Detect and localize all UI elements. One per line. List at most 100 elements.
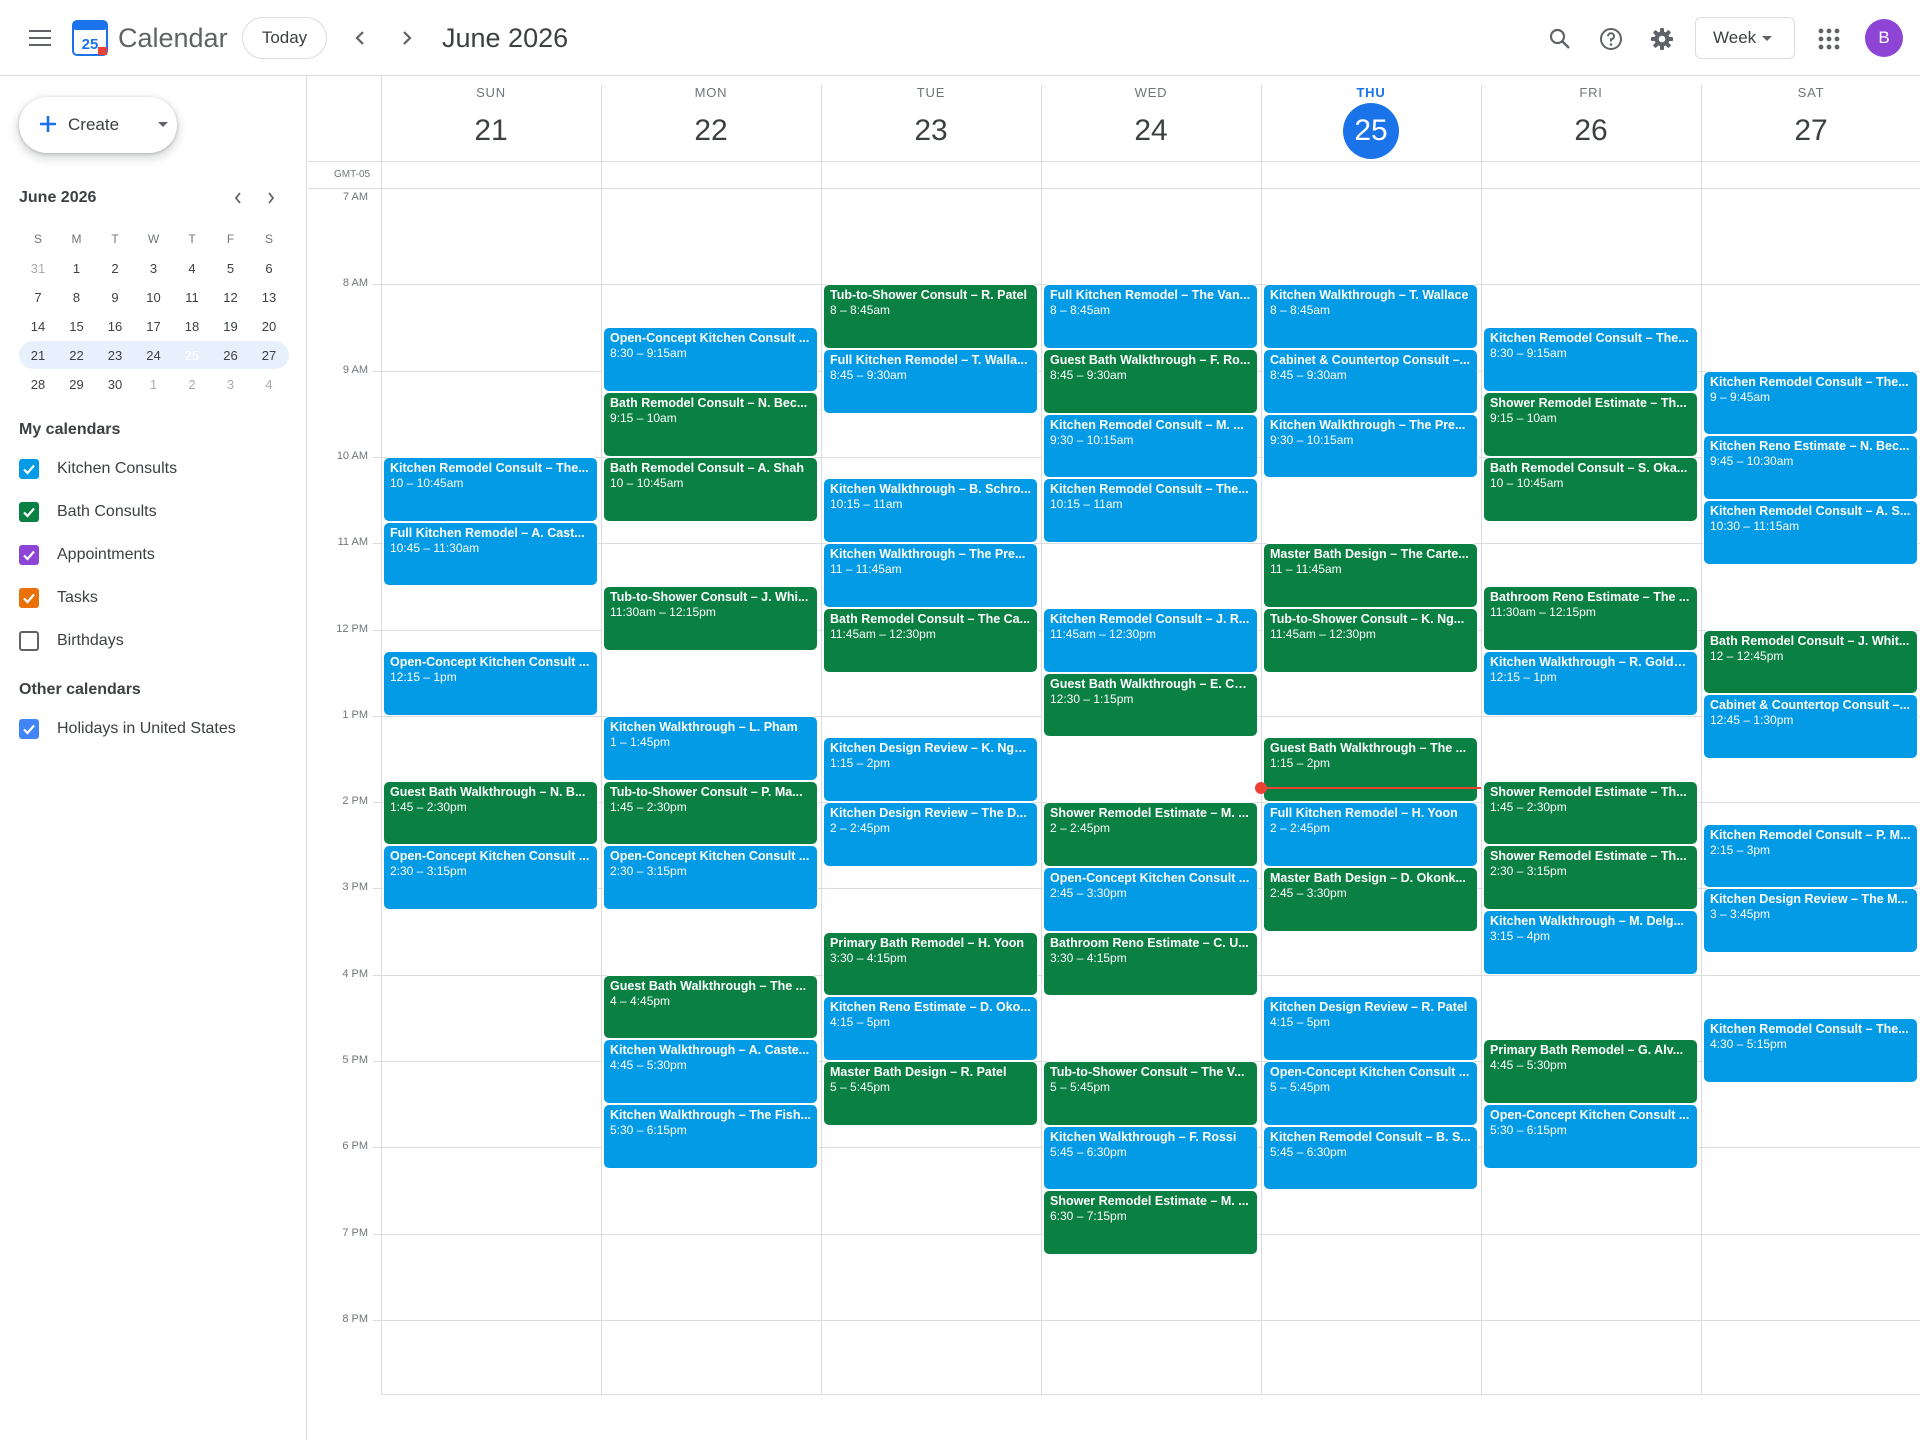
mini-calendar-day[interactable]: 21 xyxy=(19,341,57,369)
account-avatar[interactable]: B xyxy=(1865,19,1903,57)
mini-calendar-day[interactable]: 2 xyxy=(173,370,211,398)
checkbox-unchecked-icon[interactable] xyxy=(19,631,39,651)
event-chip[interactable]: Kitchen Walkthrough – F. Rossi 5:45 – 6:3… xyxy=(1044,1126,1257,1190)
event-chip[interactable]: Kitchen Remodel Consult – A. S... 10:30 –… xyxy=(1704,501,1917,564)
day-header[interactable]: THU 25 xyxy=(1261,77,1481,163)
event-chip[interactable]: Shower Remodel Estimate – M. ... 6:30 – 7… xyxy=(1044,1191,1257,1255)
mini-calendar-day[interactable]: 26 xyxy=(212,341,250,369)
event-chip[interactable]: Bath Remodel Consult – S. Oka... 10 – 10:… xyxy=(1484,457,1697,521)
mini-calendar-day[interactable]: 4 xyxy=(173,254,211,282)
event-chip[interactable]: Guest Bath Walkthrough – F. Ro... 8:45 – … xyxy=(1044,350,1257,413)
mini-calendar-day[interactable]: 23 xyxy=(96,341,134,369)
event-chip[interactable]: Full Kitchen Remodel – H. Yoon 2 – 2:45pm xyxy=(1264,803,1477,866)
mini-calendar-day[interactable]: 1 xyxy=(58,254,96,282)
day-number[interactable]: 24 xyxy=(1123,103,1179,159)
event-chip[interactable]: Tub-to-Shower Consult – P. Ma... 1:45 – 2… xyxy=(604,781,817,845)
mini-calendar-day[interactable]: 5 xyxy=(212,254,250,282)
mini-calendar-day[interactable]: 4 xyxy=(250,370,288,398)
event-chip[interactable]: Open-Concept Kitchen Consult ... 5 – 5:45… xyxy=(1264,1062,1477,1125)
event-chip[interactable]: Kitchen Walkthrough – The Fish... 5:30 – … xyxy=(604,1105,817,1168)
mini-calendar-day[interactable]: 8 xyxy=(58,283,96,311)
mini-calendar-day[interactable]: 10 xyxy=(135,283,173,311)
event-chip[interactable]: Cabinet & Countertop Consult –... 12:45 –… xyxy=(1704,695,1917,758)
event-chip[interactable]: Bath Remodel Consult – J. Whit... 12 – 12… xyxy=(1704,630,1917,694)
event-chip[interactable]: Master Bath Design – R. Patel 5 – 5:45pm xyxy=(824,1062,1037,1125)
day-header[interactable]: TUE 23 xyxy=(821,77,1041,163)
event-chip[interactable]: Open-Concept Kitchen Consult ... 5:30 – 6… xyxy=(1484,1105,1697,1168)
event-chip[interactable]: Open-Concept Kitchen Consult ... 2:30 – 3… xyxy=(604,846,817,909)
mini-calendar-day[interactable]: 16 xyxy=(96,312,134,340)
event-chip[interactable]: Kitchen Design Review – The D... 2 – 2:45… xyxy=(824,803,1037,866)
day-header[interactable]: MON 22 xyxy=(601,77,821,163)
event-chip[interactable]: Guest Bath Walkthrough – The ... 4 – 4:45… xyxy=(604,975,817,1039)
event-chip[interactable]: Shower Remodel Estimate – Th... 1:45 – 2:… xyxy=(1484,781,1697,845)
event-chip[interactable]: Master Bath Design – The Carte... 11 – 11… xyxy=(1264,544,1477,607)
search-button[interactable] xyxy=(1539,18,1581,60)
event-chip[interactable]: Open-Concept Kitchen Consult ... 8:30 – 9… xyxy=(604,328,817,392)
calendar-item[interactable]: Holidays in United States xyxy=(19,717,236,741)
event-chip[interactable]: Guest Bath Walkthrough – E. Ca... 12:30 –… xyxy=(1044,673,1257,737)
today-button[interactable]: Today xyxy=(242,17,327,59)
event-chip[interactable]: Full Kitchen Remodel – A. Cast... 10:45 –… xyxy=(384,522,597,586)
event-chip[interactable]: Shower Remodel Estimate – M. ... 2 – 2:45… xyxy=(1044,803,1257,866)
mini-calendar-day[interactable]: 15 xyxy=(58,312,96,340)
event-chip[interactable]: Kitchen Walkthrough – L. Pham 1 – 1:45pm xyxy=(604,716,817,780)
event-chip[interactable]: Kitchen Walkthrough – B. Schro... 10:15 –… xyxy=(824,479,1037,543)
event-chip[interactable]: Kitchen Walkthrough – R. Goldb... 12:15 –… xyxy=(1484,652,1697,715)
checkbox-checked-icon[interactable] xyxy=(19,588,39,608)
calendar-item[interactable]: Appointments xyxy=(19,543,155,567)
event-chip[interactable]: Kitchen Remodel Consult – B. S... 5:45 – … xyxy=(1264,1126,1477,1190)
event-chip[interactable]: Shower Remodel Estimate – Th... 9:15 – 10… xyxy=(1484,393,1697,456)
event-chip[interactable]: Kitchen Walkthrough – M. Delg... 3:15 – 4… xyxy=(1484,910,1697,974)
mini-calendar-previous-button[interactable] xyxy=(225,185,251,211)
event-chip[interactable]: Master Bath Design – D. Okonk... 2:45 – 3… xyxy=(1264,867,1477,931)
event-chip[interactable]: Open-Concept Kitchen Consult ... 12:15 – … xyxy=(384,652,597,715)
create-button[interactable]: Create xyxy=(19,97,177,153)
event-chip[interactable]: Kitchen Walkthrough – The Pre... 11 – 11:… xyxy=(824,544,1037,607)
event-chip[interactable]: Bath Remodel Consult – The Ca... 11:45am … xyxy=(824,608,1037,672)
day-number[interactable]: 22 xyxy=(683,103,739,159)
event-chip[interactable]: Kitchen Remodel Consult – J. R... 11:45am… xyxy=(1044,608,1257,672)
view-switcher-dropdown[interactable]: Week xyxy=(1695,17,1795,59)
day-header[interactable]: SAT 27 xyxy=(1701,77,1920,163)
mini-calendar-day[interactable]: 7 xyxy=(19,283,57,311)
event-chip[interactable]: Bathroom Reno Estimate – C. U... 3:30 – 4… xyxy=(1044,932,1257,996)
event-chip[interactable]: Tub-to-Shower Consult – J. Whi... 11:30am… xyxy=(604,587,817,651)
event-chip[interactable]: Guest Bath Walkthrough – The ... 1:15 – 2… xyxy=(1264,738,1477,802)
mini-calendar-day[interactable]: 2 xyxy=(96,254,134,282)
calendar-item[interactable]: Bath Consults xyxy=(19,500,157,524)
day-header[interactable]: WED 24 xyxy=(1041,77,1261,163)
calendar-item[interactable]: Tasks xyxy=(19,586,98,610)
event-chip[interactable]: Kitchen Design Review – R. Patel 4:15 – 5… xyxy=(1264,997,1477,1060)
settings-button[interactable] xyxy=(1641,18,1683,60)
event-chip[interactable]: Kitchen Reno Estimate – N. Bec... 9:45 – … xyxy=(1704,436,1917,500)
checkbox-checked-icon[interactable] xyxy=(19,545,39,565)
event-chip[interactable]: Kitchen Remodel Consult – The... 4:30 – 5… xyxy=(1704,1018,1917,1082)
checkbox-checked-icon[interactable] xyxy=(19,502,39,522)
checkbox-checked-icon[interactable] xyxy=(19,719,39,739)
mini-calendar-day[interactable]: 18 xyxy=(173,312,211,340)
calendar-item[interactable]: Birthdays xyxy=(19,629,124,653)
previous-week-button[interactable] xyxy=(340,18,380,58)
event-chip[interactable]: Kitchen Reno Estimate – D. Oko... 4:15 – … xyxy=(824,997,1037,1060)
mini-calendar-day[interactable]: 31 xyxy=(19,254,57,282)
event-chip[interactable]: Kitchen Remodel Consult – The... 10:15 – … xyxy=(1044,479,1257,543)
mini-calendar-day[interactable]: 6 xyxy=(250,254,288,282)
mini-calendar-day[interactable]: 30 xyxy=(96,370,134,398)
event-chip[interactable]: Kitchen Remodel Consult – The... 10 – 10:… xyxy=(384,457,597,521)
event-chip[interactable]: Kitchen Design Review – K. Ngu... 1:15 – … xyxy=(824,738,1037,802)
mini-calendar-day[interactable]: 28 xyxy=(19,370,57,398)
day-number[interactable]: 21 xyxy=(463,103,519,159)
mini-calendar-day[interactable]: 11 xyxy=(173,283,211,311)
event-chip[interactable]: Tub-to-Shower Consult – K. Ng... 11:45am … xyxy=(1264,608,1477,672)
event-chip[interactable]: Open-Concept Kitchen Consult ... 2:30 – 3… xyxy=(384,846,597,909)
event-chip[interactable]: Kitchen Design Review – The M... 3 – 3:45… xyxy=(1704,889,1917,953)
event-chip[interactable]: Full Kitchen Remodel – The Van... 8 – 8:4… xyxy=(1044,285,1257,349)
mini-calendar-day[interactable]: 17 xyxy=(135,312,173,340)
event-chip[interactable]: Bath Remodel Consult – N. Bec... 9:15 – 1… xyxy=(604,393,817,456)
event-chip[interactable]: Kitchen Remodel Consult – The... 9 – 9:45… xyxy=(1704,371,1917,435)
help-button[interactable] xyxy=(1590,18,1632,60)
event-chip[interactable]: Kitchen Remodel Consult – The... 8:30 – 9… xyxy=(1484,328,1697,392)
mini-calendar-day[interactable]: 24 xyxy=(135,341,173,369)
mini-calendar-day[interactable]: 25 xyxy=(173,341,211,369)
